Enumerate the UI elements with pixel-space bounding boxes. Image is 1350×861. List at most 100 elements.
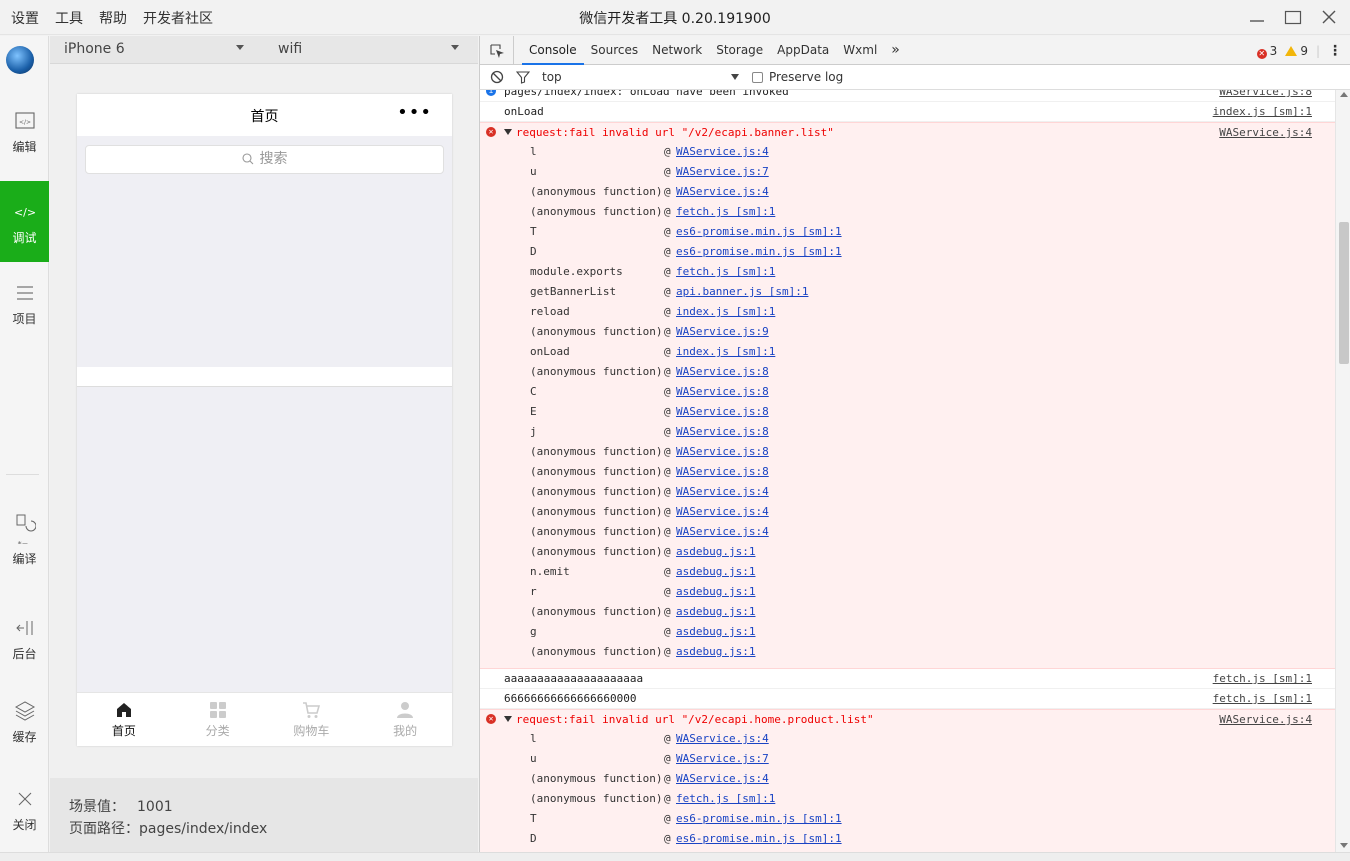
frame-source-link[interactable]: WAService.js:8 (676, 442, 769, 462)
frame-source-link[interactable]: WAService.js:8 (676, 422, 769, 442)
frame-source-link[interactable]: WAService.js:8 (676, 362, 769, 382)
expand-toggle-icon[interactable] (504, 716, 512, 722)
tab-storage[interactable]: Storage (709, 36, 770, 65)
filter-icon[interactable] (515, 70, 531, 87)
frame-source-link[interactable]: asdebug.js:1 (676, 642, 755, 662)
frame-source-link[interactable]: fetch.js [sm]:1 (676, 202, 775, 222)
frame-source-link[interactable]: asdebug.js:1 (676, 602, 755, 622)
tab-sources[interactable]: Sources (584, 36, 645, 65)
stack-frame: (anonymous function) @ WAService.js:4 (530, 182, 1335, 202)
device-select[interactable]: iPhone 6 (64, 41, 125, 57)
tab-home[interactable]: 首页 (77, 693, 171, 746)
frame-source-link[interactable]: asdebug.js:1 (676, 582, 755, 602)
frame-source-link[interactable]: WAService.js:4 (676, 182, 769, 202)
avatar[interactable] (6, 46, 34, 74)
frame-source-link[interactable]: asdebug.js:1 (676, 622, 755, 642)
tab-console[interactable]: Console (522, 36, 584, 65)
frame-source-link[interactable]: WAService.js:8 (676, 462, 769, 482)
frame-source-link[interactable]: index.js [sm]:1 (676, 302, 775, 322)
chevron-down-icon[interactable] (731, 74, 739, 80)
frame-source-link[interactable]: es6-promise.min.js [sm]:1 (676, 829, 842, 849)
frame-source-link[interactable]: WAService.js:4 (676, 522, 769, 542)
tab-profile[interactable]: 我的 (358, 693, 452, 746)
context-select[interactable]: top (542, 70, 562, 84)
rail-cache[interactable]: 缓存 (0, 700, 49, 745)
simulator-toolbar: iPhone 6 wifi (50, 36, 478, 64)
frame-source-link[interactable]: fetch.js [sm]:1 (676, 262, 775, 282)
console-scrollbar[interactable] (1335, 90, 1350, 852)
frame-function: (anonymous function) (530, 465, 663, 478)
rail-background[interactable]: 后台 (0, 617, 49, 662)
frame-source-link[interactable]: es6-promise.min.js [sm]:1 (676, 809, 842, 829)
clear-console-icon[interactable] (490, 70, 504, 87)
error-count-badge[interactable]: ✕ 3 (1256, 44, 1277, 59)
at-sign: @ (664, 345, 671, 358)
source-link[interactable]: WAService.js:4 (1219, 123, 1312, 142)
frame-function: u (530, 165, 537, 178)
chevron-down-icon[interactable] (451, 45, 459, 50)
tab-profile-label: 我的 (393, 724, 418, 738)
rail-close[interactable]: 关闭 (0, 788, 49, 833)
page-title: 首页 (250, 109, 279, 125)
frame-source-link[interactable]: es6-promise.min.js [sm]:1 (676, 242, 842, 262)
tab-appdata[interactable]: AppData (770, 36, 836, 65)
rail-project[interactable]: 项目 (0, 282, 49, 327)
rail-edit[interactable]: </> 编辑 (0, 110, 49, 155)
more-menu-button[interactable]: ••• (397, 102, 432, 123)
console-message: onLoad index.js [sm]:1 (480, 102, 1335, 122)
console-message-info: i pages/index/index: onLoad have been in… (480, 90, 1335, 102)
at-sign: @ (664, 245, 671, 258)
scroll-down-icon[interactable] (1340, 843, 1348, 848)
stack-frame: n.emit @ asdebug.js:1 (530, 562, 1335, 582)
tab-network[interactable]: Network (645, 36, 709, 65)
rail-compile[interactable]: *= 编译 (0, 504, 49, 567)
maximize-icon[interactable] (1282, 6, 1304, 28)
rail-debug[interactable]: </> 调试 (0, 181, 49, 262)
expand-toggle-icon[interactable] (504, 129, 512, 135)
source-link[interactable]: WAService.js:8 (1219, 90, 1312, 101)
preserve-log-toggle[interactable]: Preserve log (752, 70, 843, 84)
frame-source-link[interactable]: WAService.js:4 (676, 502, 769, 522)
frame-source-link[interactable]: WAService.js:8 (676, 402, 769, 422)
scroll-up-icon[interactable] (1340, 92, 1348, 97)
source-link[interactable]: fetch.js [sm]:1 (1213, 689, 1312, 708)
frame-source-link[interactable]: WAService.js:9 (676, 322, 769, 342)
stack-frame: (anonymous function) @ WAService.js:4 (530, 522, 1335, 542)
more-tabs-button[interactable]: » (884, 36, 907, 65)
at-sign: @ (664, 605, 671, 618)
source-link[interactable]: fetch.js [sm]:1 (1213, 669, 1312, 688)
frame-source-link[interactable]: WAService.js:8 (676, 382, 769, 402)
source-link[interactable]: index.js [sm]:1 (1213, 102, 1312, 121)
frame-source-link[interactable]: es6-promise.min.js [sm]:1 (676, 222, 842, 242)
kebab-menu-icon[interactable]: ⋮ (1328, 43, 1342, 59)
error-text: request:fail invalid url "/v2/ecapi.bann… (516, 126, 834, 139)
minimize-icon[interactable] (1246, 6, 1268, 28)
frame-source-link[interactable]: WAService.js:4 (676, 729, 769, 749)
close-icon[interactable] (1318, 6, 1340, 28)
inspect-element-icon[interactable] (480, 36, 514, 65)
title-bar: 设置 工具 帮助 开发者社区 微信开发者工具 0.20.191900 (0, 0, 1350, 35)
tab-category[interactable]: 分类 (171, 693, 265, 746)
frame-source-link[interactable]: asdebug.js:1 (676, 542, 755, 562)
frame-source-link[interactable]: api.banner.js [sm]:1 (676, 282, 808, 302)
preserve-log-checkbox[interactable] (752, 71, 763, 83)
home-icon (116, 703, 131, 717)
tab-wxml[interactable]: Wxml (836, 36, 884, 65)
error-text: request:fail invalid url "/v2/ecapi.home… (516, 713, 874, 726)
frame-source-link[interactable]: WAService.js:4 (676, 142, 769, 162)
frame-source-link[interactable]: index.js [sm]:1 (676, 342, 775, 362)
search-input[interactable]: 搜索 (85, 145, 444, 174)
network-select[interactable]: wifi (278, 41, 302, 57)
frame-source-link[interactable]: WAService.js:4 (676, 482, 769, 502)
chevron-down-icon[interactable] (236, 45, 244, 50)
frame-source-link[interactable]: fetch.js [sm]:1 (676, 789, 775, 809)
frame-function: (anonymous function) (530, 525, 663, 538)
frame-source-link[interactable]: asdebug.js:1 (676, 562, 755, 582)
warning-count-badge[interactable]: 9 (1285, 44, 1308, 58)
source-link[interactable]: WAService.js:4 (1219, 710, 1312, 729)
scrollbar-thumb[interactable] (1339, 222, 1349, 364)
frame-source-link[interactable]: WAService.js:7 (676, 749, 769, 769)
tab-cart[interactable]: 购物车 (265, 693, 359, 746)
frame-source-link[interactable]: WAService.js:7 (676, 162, 769, 182)
frame-source-link[interactable]: WAService.js:4 (676, 769, 769, 789)
